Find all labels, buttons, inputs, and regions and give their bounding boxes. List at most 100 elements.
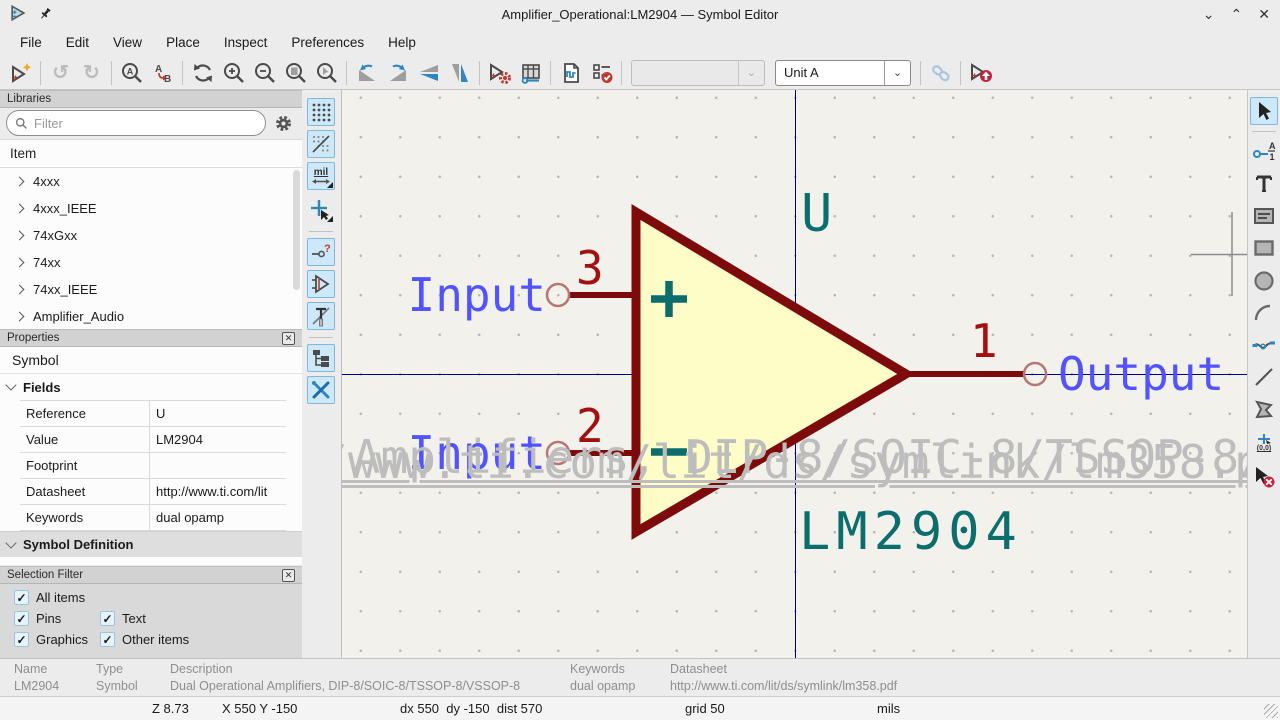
zoom-in-button[interactable]: [218, 59, 249, 87]
new-symbol-button[interactable]: [5, 59, 36, 87]
datasheet-button[interactable]: [555, 59, 586, 87]
chevron-right-icon[interactable]: [15, 204, 25, 214]
rotate-cw-button[interactable]: [382, 59, 413, 87]
libraries-scrollbar[interactable]: [293, 170, 300, 290]
draw-circle-button[interactable]: [1250, 267, 1278, 295]
chevron-right-icon[interactable]: [15, 285, 25, 295]
show-hidden-pins-button[interactable]: ?: [307, 238, 335, 266]
field-row-reference[interactable]: Reference U: [20, 401, 286, 427]
library-item-74xgxx[interactable]: 74xGxx: [0, 222, 302, 249]
delete-cursor-icon: [1252, 465, 1276, 489]
libraries-caption[interactable]: Libraries: [0, 90, 302, 108]
properties-caption[interactable]: Properties ✕: [0, 329, 302, 347]
checkbox-pins[interactable]: ✓ Pins: [14, 611, 61, 626]
menu-inspect[interactable]: Inspect: [214, 32, 278, 53]
resize-grip[interactable]: [1264, 704, 1278, 718]
delete-tool-button[interactable]: [1250, 463, 1278, 491]
zoom-selection-button[interactable]: [311, 59, 342, 87]
library-item-4xxx[interactable]: 4xxx: [0, 168, 302, 195]
export-symbol-button[interactable]: [965, 59, 996, 87]
close-icon[interactable]: ✕: [282, 332, 295, 345]
library-item-74xx-ieee[interactable]: 74xx_IEEE: [0, 276, 302, 303]
zoom-page-button[interactable]: [280, 59, 311, 87]
value-text[interactable]: LM2904: [799, 506, 1023, 558]
editor-canvas[interactable]: U LM2904 Input Input Output 3 2 1 Dual O…: [341, 90, 1247, 658]
library-column-header[interactable]: Item: [0, 140, 302, 168]
field-row-value[interactable]: Value LM2904: [20, 427, 286, 453]
place-pin-button[interactable]: A1: [1250, 138, 1278, 166]
draw-line-button[interactable]: [1250, 363, 1278, 391]
menu-preferences[interactable]: Preferences: [281, 32, 374, 53]
checkbox-icon: ✓: [14, 611, 29, 626]
left-panels: Libraries Filter Item 4xxx 4xxx_IEEE 74x…: [0, 90, 302, 658]
menu-view[interactable]: View: [103, 32, 152, 53]
library-item-amplifier-audio[interactable]: Amplifier_Audio: [0, 303, 302, 329]
symbol-definition-header[interactable]: Symbol Definition: [0, 531, 302, 557]
pin-table-button[interactable]: [515, 59, 546, 87]
mirror-vertical-button[interactable]: [444, 59, 475, 87]
place-text-button[interactable]: [1250, 170, 1278, 198]
undo-button[interactable]: ↺: [45, 59, 76, 87]
close-button[interactable]: ✕: [1258, 0, 1270, 28]
refresh-button[interactable]: [187, 59, 218, 87]
symbol-checker-button[interactable]: [586, 59, 617, 87]
library-filter-input[interactable]: Filter: [6, 110, 266, 136]
library-settings-button[interactable]: [270, 110, 296, 136]
draw-rectangle-button[interactable]: [1250, 234, 1278, 262]
zoom-objects-button[interactable]: AB: [147, 59, 178, 87]
library-item-4xxx-ieee[interactable]: 4xxx_IEEE: [0, 195, 302, 222]
checkbox-all-items[interactable]: ✓ All items: [14, 590, 85, 605]
tools-icon: [310, 379, 332, 401]
zoom-out-button[interactable]: [249, 59, 280, 87]
menu-place[interactable]: Place: [156, 32, 210, 53]
checkbox-text[interactable]: ✓ Text: [100, 611, 146, 626]
chevron-right-icon[interactable]: [15, 312, 25, 322]
close-icon[interactable]: ✕: [282, 569, 295, 582]
draw-bezier-button[interactable]: [1250, 331, 1278, 359]
selection-filter-caption[interactable]: Selection Filter ✕: [0, 566, 302, 584]
checkbox-graphics[interactable]: ✓ Graphics: [14, 632, 88, 647]
draw-polygon-button[interactable]: [1250, 395, 1278, 423]
toggle-properties-button[interactable]: [307, 376, 335, 404]
menu-edit[interactable]: Edit: [56, 32, 99, 53]
chevron-right-icon[interactable]: [15, 258, 25, 268]
redo-button[interactable]: ↻: [76, 59, 107, 87]
maximize-button[interactable]: ⌃: [1231, 0, 1243, 28]
symbol-properties-button[interactable]: [484, 59, 515, 87]
fields-section-header[interactable]: Fields: [0, 374, 302, 400]
library-item-74xx[interactable]: 74xx: [0, 249, 302, 276]
unit-selector[interactable]: Unit A ⌄: [775, 60, 911, 86]
mirror-horizontal-button[interactable]: [413, 59, 444, 87]
show-pin-electrical-types-button[interactable]: [307, 270, 335, 298]
cursor-shape-button[interactable]: [307, 196, 335, 224]
reference-text[interactable]: U: [801, 188, 832, 240]
toggle-library-tree-button[interactable]: [307, 344, 335, 372]
menu-help[interactable]: Help: [378, 32, 426, 53]
move-anchor-button[interactable]: (0,0): [1250, 429, 1278, 457]
pin1-number[interactable]: 1: [970, 318, 998, 364]
select-tool-button[interactable]: [1250, 97, 1278, 125]
pin3-name[interactable]: Input: [406, 272, 546, 318]
place-textbox-button[interactable]: [1250, 202, 1278, 230]
info-description-label: Description: [170, 662, 233, 676]
chevron-right-icon[interactable]: [15, 177, 25, 187]
chevron-right-icon[interactable]: [15, 231, 25, 241]
field-row-footprint[interactable]: Footprint: [20, 453, 286, 479]
show-hidden-fields-button[interactable]: [307, 302, 335, 330]
zoom-in-icon: [222, 61, 246, 85]
units-mil-button[interactable]: mil: [307, 162, 335, 190]
draw-arc-button[interactable]: [1250, 299, 1278, 327]
pin1-name[interactable]: Output: [1058, 351, 1224, 397]
checkbox-other-items[interactable]: ✓ Other items: [100, 632, 189, 647]
minimize-button[interactable]: ⌄: [1203, 0, 1215, 28]
rotate-ccw-button[interactable]: [351, 59, 382, 87]
pin3-number[interactable]: 3: [576, 245, 604, 291]
toggle-grid-button[interactable]: [307, 98, 335, 126]
grid-overrides-button[interactable]: [307, 130, 335, 158]
menu-file[interactable]: File: [10, 32, 52, 53]
pin3-circle[interactable]: [547, 284, 569, 306]
libraries-caption-label: Libraries: [7, 93, 51, 105]
field-row-datasheet[interactable]: Datasheet http://www.ti.com/lit: [20, 479, 286, 505]
field-row-keywords[interactable]: Keywords dual opamp: [20, 505, 286, 531]
zoom-fit-button[interactable]: A: [116, 59, 147, 87]
